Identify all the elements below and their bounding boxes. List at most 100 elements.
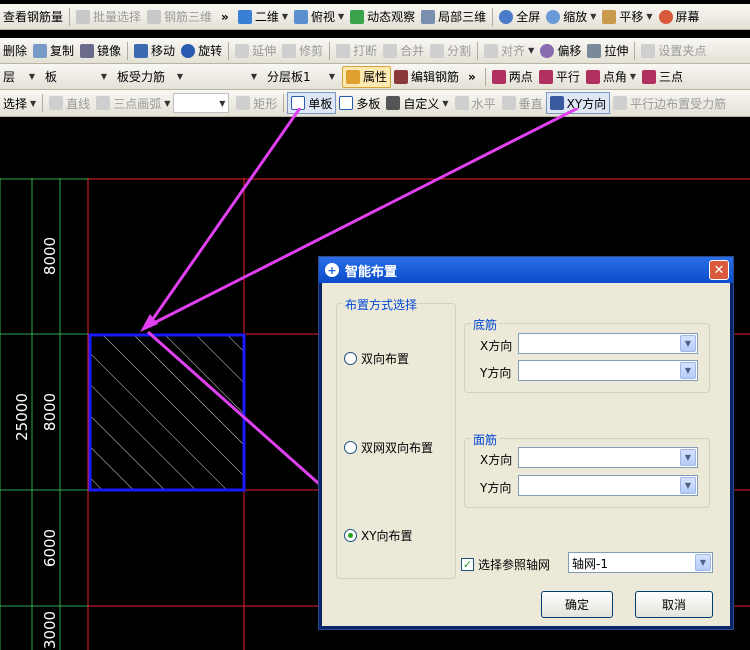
- dropdown-arrow-icon[interactable]: ▼: [680, 335, 696, 352]
- extend-label: 延伸: [252, 44, 277, 58]
- dropdown-arrow-icon[interactable]: ▼: [164, 99, 170, 108]
- layer-select[interactable]: 层 ▼: [0, 67, 38, 87]
- bottom-x-label: X方向: [480, 339, 513, 353]
- zoom-button[interactable]: 缩放 ▼: [543, 6, 599, 28]
- separator: [69, 7, 71, 26]
- delete-label: 删除: [3, 44, 28, 58]
- two-points-button[interactable]: 两点: [489, 66, 536, 88]
- align-button[interactable]: 对齐 ▼: [481, 40, 537, 62]
- dialog-titlebar[interactable]: + 智能布置: [319, 257, 733, 283]
- dropdown-arrow-icon[interactable]: ▼: [29, 72, 35, 81]
- point-angle-label: 点角: [602, 70, 627, 84]
- top-y-select[interactable]: ▼: [518, 475, 698, 496]
- dynamic-observe-button[interactable]: 动态观察: [347, 6, 418, 28]
- radio-circle-icon: [344, 441, 357, 454]
- category-select[interactable]: 板 ▼: [42, 67, 110, 87]
- edit-rebar-button[interactable]: 编辑钢筋: [391, 66, 462, 88]
- dropdown-arrow-icon[interactable]: ▼: [695, 554, 711, 571]
- app-window: 查看钢筋量 批量选择 钢筋三维 » 二维 ▼ 俯视 ▼ 动态观察 局部三维 全屏 缩…: [0, 0, 750, 650]
- close-icon[interactable]: ✕: [709, 260, 729, 280]
- sublayer-select[interactable]: 分层板1 ▼: [264, 67, 338, 87]
- extend-icon: [235, 43, 250, 58]
- layer-select-value: 层: [3, 70, 16, 84]
- dim-label-8000-mid: 8000: [41, 393, 59, 431]
- ok-button[interactable]: 确定: [541, 591, 613, 618]
- move-label: 移动: [151, 44, 176, 58]
- axis-select[interactable]: 轴网-1 ▼: [568, 552, 713, 573]
- three-points-button[interactable]: 三点: [639, 66, 686, 88]
- toolbar-more-icon[interactable]: »: [221, 10, 229, 24]
- top-view-button[interactable]: 俯视 ▼: [291, 6, 347, 28]
- dim-label-8000-top: 8000: [41, 237, 59, 275]
- dropdown-arrow-icon[interactable]: ▼: [442, 99, 448, 108]
- cancel-button[interactable]: 取消: [635, 591, 713, 618]
- set-grip-icon: [641, 43, 656, 58]
- dropdown-arrow-icon[interactable]: ▼: [630, 72, 636, 81]
- radio-bidirectional[interactable]: 双向布置: [344, 350, 409, 367]
- dropdown-arrow-icon[interactable]: ▼: [219, 99, 225, 108]
- dropdown-arrow-icon[interactable]: ▼: [680, 477, 696, 494]
- stretch-button[interactable]: 拉伸: [584, 40, 631, 62]
- top-x-select[interactable]: ▼: [518, 447, 698, 468]
- parallel-button[interactable]: 平行: [536, 66, 583, 88]
- split-button[interactable]: 分割: [427, 40, 474, 62]
- bottom-x-select[interactable]: ▼: [518, 333, 698, 354]
- toolbar-more-icon[interactable]: »: [468, 70, 476, 84]
- radio-double-net[interactable]: 双网双向布置: [344, 439, 433, 456]
- slab-selected[interactable]: [88, 333, 246, 492]
- dropdown-arrow-icon[interactable]: ▼: [680, 362, 696, 379]
- break-button[interactable]: 打断: [333, 40, 380, 62]
- dropdown-arrow-icon[interactable]: ▼: [251, 72, 257, 81]
- dropdown-arrow-icon[interactable]: ▼: [590, 12, 596, 21]
- rotate-button[interactable]: 旋转: [178, 40, 225, 62]
- split-label: 分割: [447, 44, 472, 58]
- dynamic-observe-label: 动态观察: [367, 10, 416, 24]
- trim-icon: [282, 43, 297, 58]
- delete-button[interactable]: 删除: [0, 40, 30, 62]
- move-button[interactable]: 移动: [131, 40, 178, 62]
- dropdown-arrow-icon[interactable]: ▼: [646, 12, 652, 21]
- stretch-label: 拉伸: [604, 44, 629, 58]
- pan-button[interactable]: 平移 ▼: [599, 6, 655, 28]
- type-select[interactable]: 板受力筋 ▼: [114, 67, 186, 87]
- properties-button[interactable]: 属性: [342, 65, 392, 88]
- mirror-button[interactable]: 镜像: [77, 40, 124, 62]
- top-y-label: Y方向: [480, 481, 512, 495]
- set-grip-button[interactable]: 设置夹点: [638, 40, 709, 62]
- radio-xy[interactable]: XY向布置: [344, 527, 413, 544]
- offset-icon: [540, 43, 555, 58]
- break-label: 打断: [353, 44, 378, 58]
- 2d-view-button[interactable]: 二维 ▼: [235, 6, 291, 28]
- top-x-label: X方向: [480, 453, 513, 467]
- batch-select-button[interactable]: 批量选择: [73, 6, 144, 28]
- two-points-icon: [491, 69, 506, 84]
- merge-button[interactable]: 合并: [380, 40, 427, 62]
- parallel-label: 平行: [555, 70, 580, 84]
- bottom-y-select[interactable]: ▼: [518, 360, 698, 381]
- edit-rebar-icon: [394, 69, 409, 84]
- offset-button[interactable]: 偏移: [537, 40, 584, 62]
- fullscreen-button[interactable]: 全屏: [496, 6, 543, 28]
- local-3d-label: 局部三维: [438, 10, 487, 24]
- dropdown-arrow-icon[interactable]: ▼: [528, 46, 534, 55]
- break-icon: [336, 43, 351, 58]
- dropdown-arrow-icon[interactable]: ▼: [338, 12, 344, 21]
- copy-button[interactable]: 复制: [30, 40, 77, 62]
- separator: [477, 41, 479, 60]
- view-rebar-qty-button[interactable]: 查看钢筋量: [0, 6, 66, 28]
- dropdown-arrow-icon[interactable]: ▼: [329, 72, 335, 81]
- offset-label: 偏移: [557, 44, 582, 58]
- dropdown-arrow-icon[interactable]: ▼: [680, 449, 696, 466]
- extend-button[interactable]: 延伸: [232, 40, 279, 62]
- name-select[interactable]: ▼: [190, 67, 260, 87]
- trim-button[interactable]: 修剪: [279, 40, 326, 62]
- dropdown-arrow-icon[interactable]: ▼: [30, 99, 36, 108]
- screen-button[interactable]: 屏幕: [656, 6, 703, 28]
- rebar-3d-button[interactable]: 钢筋三维: [144, 6, 215, 28]
- dropdown-arrow-icon[interactable]: ▼: [282, 12, 288, 21]
- point-angle-button[interactable]: 点角 ▼: [583, 66, 639, 88]
- dropdown-arrow-icon[interactable]: ▼: [177, 72, 183, 81]
- local-3d-button[interactable]: 局部三维: [418, 6, 489, 28]
- dropdown-arrow-icon[interactable]: ▼: [101, 72, 107, 81]
- reference-axis-checkbox[interactable]: ✓ 选择参照轴网: [461, 556, 550, 573]
